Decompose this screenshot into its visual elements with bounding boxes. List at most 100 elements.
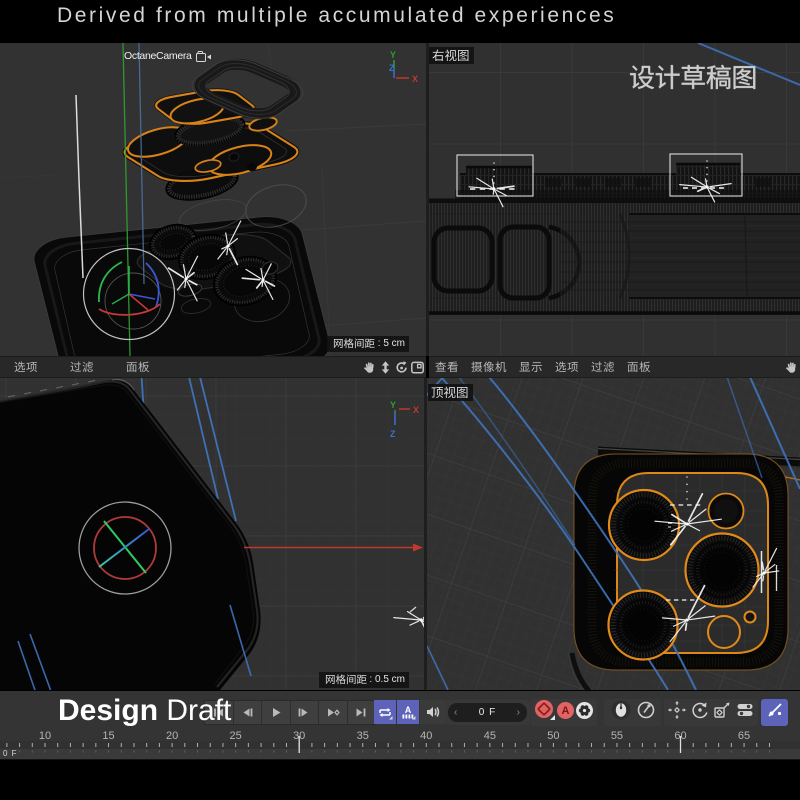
viewport-perspective[interactable]: YZ X OctaneCamera : 5 cm: [0, 43, 426, 356]
dial-icon: [636, 700, 656, 720]
menu-items-left: [0, 361, 150, 373]
record-keyframe-icon: [534, 699, 556, 721]
parameter-icon: [735, 700, 755, 720]
zoom-arrows-icon[interactable]: [379, 361, 392, 374]
frame-increment-arrow[interactable]: ›: [517, 706, 521, 719]
current-frame-strip[interactable]: 0 F: [0, 749, 800, 760]
loop-icon: [377, 705, 393, 720]
ruler-tick-band[interactable]: [0, 741, 800, 749]
play-forwards-button[interactable]: [262, 701, 291, 724]
play-sound-button[interactable]: [420, 700, 445, 724]
svg-text:X: X: [412, 74, 418, 84]
menu-perspective-1[interactable]: [70, 361, 94, 373]
sound-group: [420, 700, 445, 725]
speaker-icon: [425, 705, 441, 719]
menu-items-right: [429, 361, 651, 373]
record-scale-button[interactable]: [712, 700, 732, 725]
svg-text:A: A: [562, 705, 570, 717]
pla-icon: [765, 700, 785, 720]
record-pla-button[interactable]: [765, 700, 785, 725]
next-frame-button-icon: [297, 706, 311, 719]
grid-spacing-cjk: [325, 674, 367, 685]
goto-end-button[interactable]: [348, 701, 376, 724]
menu-rightview-2[interactable]: [519, 361, 543, 373]
menu-rightview-1[interactable]: [471, 361, 507, 373]
play-forwards-button-icon: [269, 706, 283, 719]
record-rotation-button[interactable]: [690, 700, 710, 725]
header-banner: Derived from multiple accumulated experi…: [0, 0, 800, 43]
camera-icon[interactable]: [196, 51, 212, 62]
record-mode-group: [604, 699, 661, 726]
autokeying-icon: A: [556, 701, 575, 720]
record-keyframe-button[interactable]: [534, 699, 556, 726]
mouse-icon: [611, 700, 631, 720]
viewport-front-view[interactable]: Y X Z : 0.5 cm: [0, 378, 424, 690]
menu-perspective-2[interactable]: [126, 361, 150, 373]
svg-text:X: X: [413, 405, 419, 415]
svg-text:A: A: [405, 705, 412, 715]
frame-decrement-arrow[interactable]: ‹: [454, 706, 458, 719]
keyframe-selection-button[interactable]: [636, 700, 656, 725]
previous-frame-button[interactable]: [234, 701, 263, 724]
rotate-view-icon[interactable]: [395, 361, 408, 374]
camera-label[interactable]: OctaneCamera: [124, 50, 212, 62]
playback-toggles: A: [374, 700, 419, 725]
pan-hand-icon[interactable]: [363, 361, 376, 374]
current-frame-label: 0 F: [3, 749, 18, 758]
menu-rightview-0[interactable]: [435, 361, 459, 373]
viewport-nav-icons-left: [363, 361, 426, 374]
rotation-icon: [690, 700, 710, 720]
watermark-design-draft-cjk: [629, 64, 757, 95]
record-position-button[interactable]: [667, 700, 687, 725]
menubar-perspective: [0, 356, 426, 378]
menu-rightview-3[interactable]: [555, 361, 579, 373]
play-to-next-key-button[interactable]: [319, 701, 348, 724]
goto-end-button-icon: [354, 706, 368, 719]
next-frame-button[interactable]: [291, 701, 320, 724]
loop-mode-button[interactable]: [374, 700, 396, 724]
record-pla-group: [761, 699, 788, 726]
record-channels-group: [664, 699, 758, 726]
keyframe-record-group: A: [531, 699, 597, 726]
grid-spacing-cjk: [333, 338, 375, 349]
animation-timeline-bar: A0 F‹›A 0 F Design Draft 101520253035404…: [0, 690, 800, 800]
viewport-right-view[interactable]: [429, 43, 800, 356]
record-parameter-button[interactable]: [735, 700, 755, 725]
menu-rightview-5[interactable]: [627, 361, 651, 373]
viewport-top-view[interactable]: [427, 378, 800, 690]
menu-perspective-0[interactable]: [14, 361, 38, 373]
design-draft-title: Design Draft: [58, 694, 231, 728]
svg-text:Z: Z: [390, 429, 396, 439]
frame-field[interactable]: 0 F‹›: [445, 700, 530, 725]
pan-hand-icon[interactable]: [785, 361, 798, 374]
svg-text:Z: Z: [389, 63, 395, 73]
menubar-right-view: [429, 356, 800, 378]
toggle-view-icon[interactable]: [411, 361, 424, 374]
viewport-label-top-view: [428, 384, 473, 401]
grid-spacing-value: : 5 cm: [375, 338, 405, 349]
viewport-label-right-view: [429, 47, 474, 64]
svg-text:Y: Y: [390, 50, 396, 60]
frame-field-value[interactable]: 0 F‹›: [448, 703, 527, 722]
grid-spacing-badge-front: : 0.5 cm: [319, 672, 409, 688]
frame-mode-icon: A: [400, 705, 416, 720]
viewport-nav-icons-right: [785, 361, 800, 374]
keying-settings-button[interactable]: [575, 701, 594, 725]
header-title: Derived from multiple accumulated experi…: [57, 4, 616, 28]
scale-icon: [712, 700, 732, 720]
grid-spacing-value: : 0.5 cm: [367, 674, 405, 685]
top-view-scene: [427, 378, 800, 690]
previous-frame-button-icon: [240, 706, 254, 719]
menu-rightview-4[interactable]: [591, 361, 615, 373]
camera-label-text: OctaneCamera: [124, 50, 192, 62]
gear-icon: [575, 701, 594, 720]
autokeying-button[interactable]: A: [556, 701, 575, 725]
position-icon: [667, 700, 687, 720]
play-mode-all-frames-button[interactable]: A: [397, 700, 419, 724]
record-active-objects-button[interactable]: [611, 700, 631, 725]
play-to-next-key-button-icon: [326, 706, 340, 719]
svg-text:Y: Y: [390, 400, 396, 410]
front-view-scene: Y X Z: [0, 378, 424, 690]
c4d-application-window: Derived from multiple accumulated experi…: [0, 0, 800, 800]
perspective-scene: YZ X: [0, 43, 426, 356]
